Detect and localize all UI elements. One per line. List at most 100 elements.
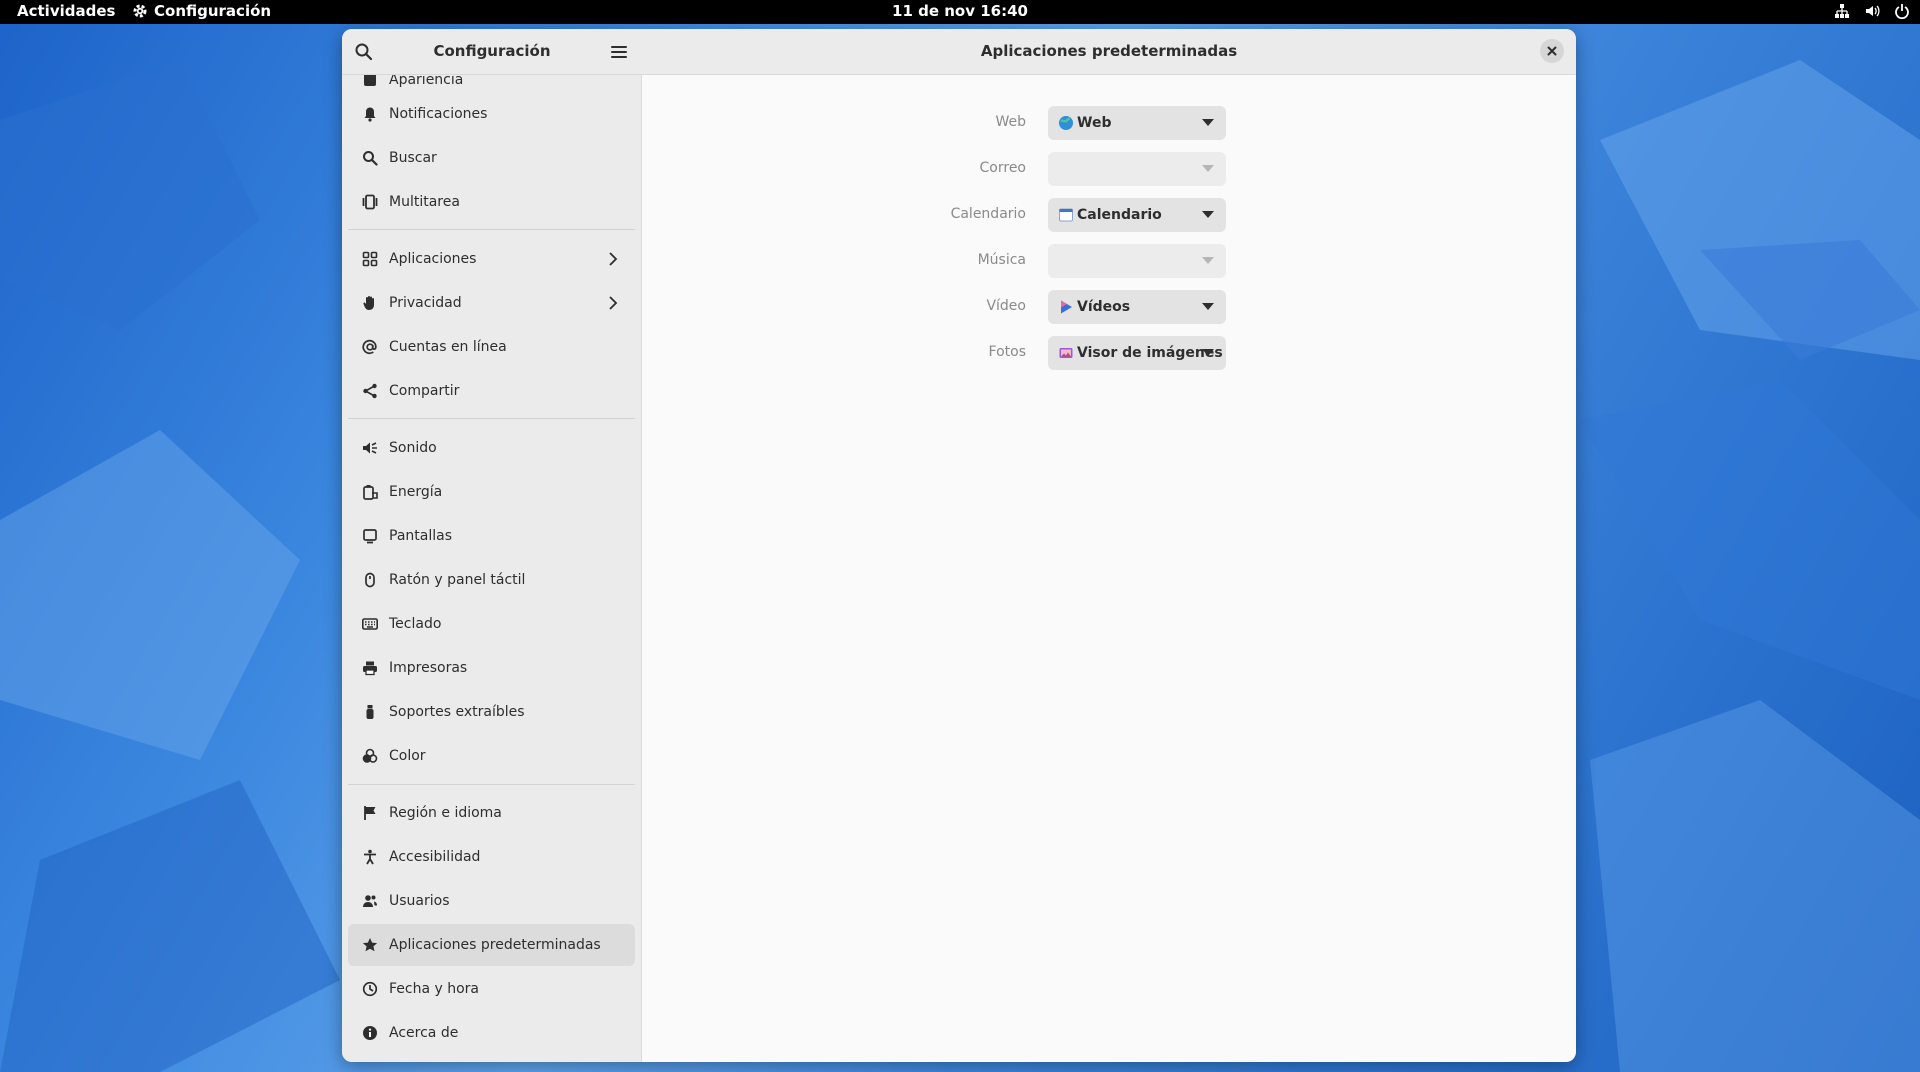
sidebar-item-label: Compartir bbox=[389, 383, 460, 399]
web-app-dropdown[interactable]: Web bbox=[1048, 106, 1226, 140]
sidebar-item-aplicaciones[interactable]: Aplicaciones bbox=[348, 238, 635, 280]
page-title: Aplicaciones predeterminadas bbox=[980, 42, 1238, 60]
calendar-icon bbox=[1058, 207, 1074, 223]
flag-icon bbox=[361, 804, 379, 822]
sidebar-item-label: Impresoras bbox=[389, 660, 468, 676]
chevron-right-icon bbox=[609, 296, 618, 310]
at-icon bbox=[361, 338, 379, 356]
apps-grid-icon bbox=[361, 250, 379, 268]
mouse-icon bbox=[361, 571, 379, 589]
clock[interactable]: 11 de nov 16:40 bbox=[892, 2, 1028, 20]
hamburger-menu-icon bbox=[611, 46, 627, 58]
volume-icon bbox=[1866, 5, 1880, 17]
sidebar-item-energia[interactable]: Energía bbox=[348, 471, 635, 513]
sidebar-item-region-e-idioma[interactable]: Región e idioma bbox=[348, 792, 635, 834]
sidebar-item-label: Pantallas bbox=[389, 528, 452, 544]
row-correo: Correo bbox=[980, 152, 1226, 186]
dropdown-arrow-icon bbox=[1202, 303, 1214, 310]
sidebar-header: Configuración bbox=[342, 29, 642, 75]
sidebar-item-impresoras[interactable]: Impresoras bbox=[348, 647, 635, 689]
sidebar-item-soportes-extraibles[interactable]: Soportes extraíbles bbox=[348, 691, 635, 733]
photos-app-dropdown[interactable]: Visor de imágenes bbox=[1048, 336, 1226, 370]
accessibility-icon bbox=[361, 848, 379, 866]
dropdown-arrow-icon bbox=[1202, 119, 1214, 126]
close-icon bbox=[1547, 46, 1557, 56]
app-menu[interactable]: Configuración bbox=[132, 2, 271, 20]
sidebar-separator bbox=[348, 418, 635, 419]
sidebar-item-fecha-y-hora[interactable]: Fecha y hora bbox=[348, 968, 635, 1010]
sidebar-item-aplicaciones-predeterminadas[interactable]: Aplicaciones predeterminadas bbox=[348, 924, 635, 966]
keyboard-icon bbox=[361, 615, 379, 633]
usb-icon bbox=[361, 703, 379, 721]
sidebar-item-acerca-de[interactable]: Acerca de bbox=[348, 1012, 635, 1054]
display-icon bbox=[361, 527, 379, 545]
sidebar-item-label: Aplicaciones predeterminadas bbox=[389, 937, 601, 953]
sidebar-item-label: Soportes extraíbles bbox=[389, 704, 525, 720]
row-web: Web Web bbox=[995, 106, 1226, 140]
star-icon bbox=[361, 936, 379, 954]
sidebar-separator bbox=[348, 229, 635, 230]
sidebar-item-label: Aplicaciones bbox=[389, 251, 477, 267]
sidebar-item-label: Apariencia bbox=[389, 75, 464, 88]
sidebar-item-color[interactable]: Color bbox=[348, 735, 635, 777]
dropdown-arrow-icon bbox=[1202, 257, 1214, 264]
sidebar-item-raton-y-panel-tactil[interactable]: Ratón y panel táctil bbox=[348, 559, 635, 601]
dropdown-arrow-icon bbox=[1202, 349, 1214, 356]
sidebar-item-notificaciones[interactable]: Notificaciones bbox=[348, 93, 635, 135]
power-icon bbox=[1895, 4, 1909, 19]
calendar-app-dropdown[interactable]: Calendario bbox=[1048, 198, 1226, 232]
image-viewer-icon bbox=[1058, 345, 1074, 361]
dropdown-arrow-icon bbox=[1202, 165, 1214, 172]
printer-icon bbox=[361, 659, 379, 677]
battery-icon bbox=[361, 483, 379, 501]
sidebar-item-label: Sonido bbox=[389, 440, 437, 456]
row-label: Vídeo bbox=[986, 298, 1026, 314]
row-musica: Música bbox=[978, 244, 1226, 278]
color-icon bbox=[361, 747, 379, 765]
network-icon bbox=[1835, 4, 1849, 18]
row-fotos: Fotos Visor de imágenes bbox=[989, 336, 1226, 370]
sidebar-item-cuentas-en-linea[interactable]: Cuentas en línea bbox=[348, 326, 635, 368]
sidebar-item-sonido[interactable]: Sonido bbox=[348, 427, 635, 469]
sidebar-item-buscar[interactable]: Buscar bbox=[348, 137, 635, 179]
hand-icon bbox=[361, 294, 379, 312]
globe-icon bbox=[1058, 115, 1074, 131]
close-button[interactable] bbox=[1540, 39, 1564, 63]
sidebar-item-label: Buscar bbox=[389, 150, 437, 166]
sidebar-item-teclado[interactable]: Teclado bbox=[348, 603, 635, 645]
sidebar-item-label: Color bbox=[389, 748, 426, 764]
mail-app-dropdown bbox=[1048, 152, 1226, 186]
row-label: Fotos bbox=[988, 344, 1026, 360]
video-app-dropdown[interactable]: Vídeos bbox=[1048, 290, 1226, 324]
sidebar-item-pantallas[interactable]: Pantallas bbox=[348, 515, 635, 557]
info-icon bbox=[361, 1024, 379, 1042]
clock-icon bbox=[361, 980, 379, 998]
sidebar-item-accesibilidad[interactable]: Accesibilidad bbox=[348, 836, 635, 878]
sidebar-item-label: Multitarea bbox=[389, 194, 460, 210]
row-calendario: Calendario Calendario bbox=[951, 198, 1226, 232]
row-label: Música bbox=[977, 252, 1026, 268]
settings-window: Configuración Apariencia Notificaciones bbox=[342, 29, 1576, 1062]
palette-icon bbox=[361, 75, 379, 89]
sidebar-list[interactable]: Apariencia Notificaciones Buscar Multita… bbox=[342, 75, 642, 1062]
gear-icon bbox=[133, 4, 147, 18]
sidebar-item-label: Fecha y hora bbox=[389, 981, 480, 997]
sidebar-item-label: Usuarios bbox=[389, 893, 450, 909]
bell-icon bbox=[361, 105, 379, 123]
sidebar-item-label: Notificaciones bbox=[389, 106, 488, 122]
sidebar-item-label: Energía bbox=[389, 484, 443, 500]
system-tray[interactable] bbox=[1834, 3, 1910, 19]
share-icon bbox=[361, 382, 379, 400]
sidebar-item-label: Región e idioma bbox=[389, 805, 502, 821]
row-video: Vídeo Vídeos bbox=[986, 290, 1226, 324]
content-header: Aplicaciones predeterminadas bbox=[642, 29, 1576, 75]
sidebar-item-usuarios[interactable]: Usuarios bbox=[348, 880, 635, 922]
activities-button[interactable]: Actividades bbox=[17, 2, 115, 20]
sidebar-item-multitarea[interactable]: Multitarea bbox=[348, 181, 635, 223]
sidebar-item-compartir[interactable]: Compartir bbox=[348, 370, 635, 412]
sidebar-item-privacidad[interactable]: Privacidad bbox=[348, 282, 635, 324]
main-menu-button[interactable] bbox=[607, 40, 631, 64]
app-menu-label: Configuración bbox=[154, 2, 272, 20]
row-label: Web bbox=[995, 114, 1026, 130]
sidebar-separator bbox=[348, 784, 635, 785]
